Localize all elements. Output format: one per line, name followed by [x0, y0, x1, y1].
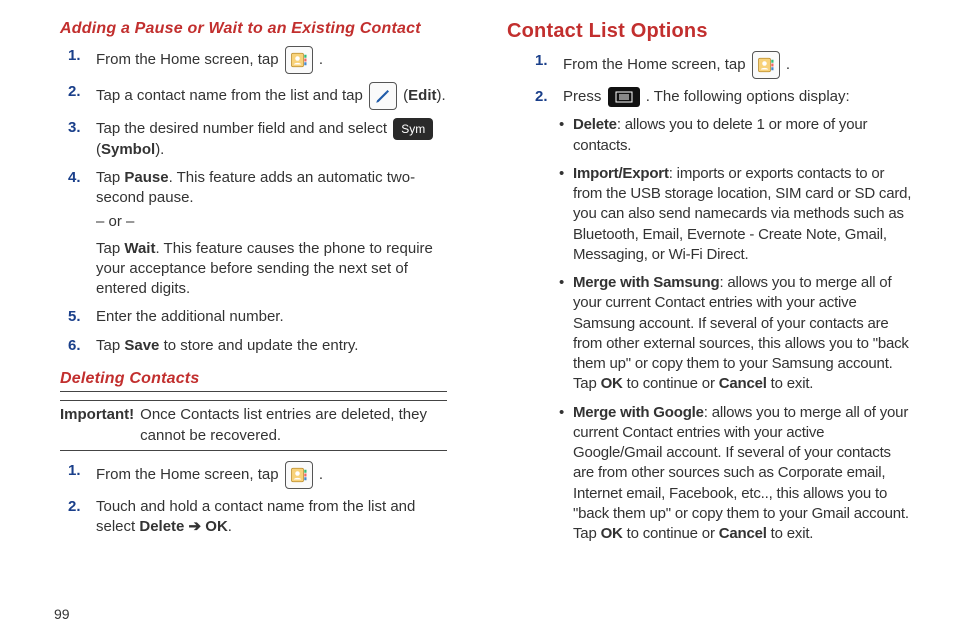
- bullet-merge-google: Merge with Google: allows you to merge a…: [573, 403, 914, 545]
- edit-label: Edit: [408, 87, 436, 104]
- right-column: Contact List Options 1. From the Home sc…: [507, 18, 914, 552]
- heading-add-pause: Adding a Pause or Wait to an Existing Co…: [60, 18, 447, 40]
- cancel-label: Cancel: [719, 375, 767, 392]
- step-6: 6. Tap Save to store and update the entr…: [96, 336, 447, 356]
- period: .: [228, 518, 232, 535]
- txt: to continue or: [623, 375, 719, 392]
- important-label: Important!: [60, 405, 134, 446]
- ok-label: OK: [205, 518, 228, 535]
- symbol-label: Symbol: [101, 141, 155, 158]
- pencil-edit-icon: [369, 82, 397, 110]
- sym-key-icon: Sym: [393, 118, 433, 140]
- txt: to continue or: [623, 525, 719, 542]
- step-text: Enter the additional number.: [96, 308, 284, 325]
- dstep-2: 2. Touch and hold a contact name from th…: [96, 497, 447, 538]
- step-text-end: .: [319, 466, 323, 483]
- important-note: Important! Once Contacts list entries ar…: [60, 400, 447, 451]
- heading-underline: [60, 391, 447, 392]
- paren-close: ).: [437, 87, 446, 104]
- page-number: 99: [54, 605, 70, 624]
- or-separator: – or –: [96, 212, 447, 232]
- tap-word: Tap: [96, 169, 124, 186]
- menu-key-icon: [608, 87, 640, 107]
- txt: to exit.: [767, 375, 814, 392]
- delete-label: Delete: [139, 518, 184, 535]
- step-1: 1. From the Home screen, tap .: [96, 46, 447, 74]
- opt-name: Merge with Samsung: [573, 274, 719, 291]
- ostep-2: 2. Press . The following options display…: [563, 87, 914, 107]
- opt-name: Import/Export: [573, 165, 669, 182]
- step-5: 5. Enter the additional number.: [96, 307, 447, 327]
- options-display: . The following options display:: [646, 88, 850, 105]
- pause-label: Pause: [124, 169, 168, 186]
- contacts-icon: [285, 46, 313, 74]
- step-text: From the Home screen, tap: [96, 51, 283, 68]
- paren-close: ).: [155, 141, 164, 158]
- tap-word: Tap: [96, 337, 124, 354]
- left-column: Adding a Pause or Wait to an Existing Co…: [40, 18, 447, 552]
- bullet-import-export: Import/Export: imports or exports contac…: [573, 164, 914, 265]
- step-text: From the Home screen, tap: [563, 56, 750, 73]
- heading-contact-list-options: Contact List Options: [507, 18, 914, 45]
- bullet-delete: Delete: allows you to delete 1 or more o…: [573, 115, 914, 156]
- step-text: From the Home screen, tap: [96, 466, 283, 483]
- step-text: Tap the desired number field and and sel…: [96, 120, 391, 137]
- save-desc: to store and update the entry.: [159, 337, 358, 354]
- opt-desc: : allows you to merge all of your curren…: [573, 404, 909, 543]
- step-text-end: .: [319, 51, 323, 68]
- wait-label: Wait: [124, 240, 155, 257]
- txt: to exit.: [767, 525, 814, 542]
- ok-label: OK: [601, 375, 623, 392]
- heading-deleting: Deleting Contacts: [60, 368, 447, 390]
- press-word: Press: [563, 88, 606, 105]
- steps-options: 1. From the Home screen, tap . 2. Press …: [507, 51, 914, 107]
- options-bullets: Delete: allows you to delete 1 or more o…: [507, 115, 914, 544]
- step-3: 3. Tap the desired number field and and …: [96, 118, 447, 160]
- contacts-icon: [285, 461, 313, 489]
- opt-name: Merge with Google: [573, 404, 704, 421]
- tap-word2: Tap: [96, 240, 124, 257]
- arrow-icon: ➔: [184, 518, 205, 535]
- opt-desc: : allows you to delete 1 or more of your…: [573, 116, 867, 153]
- ok-label: OK: [601, 525, 623, 542]
- step-4: 4. Tap Pause. This feature adds an autom…: [96, 168, 447, 300]
- step-text: Tap a contact name from the list and tap: [96, 87, 367, 104]
- bullet-merge-samsung: Merge with Samsung: allows you to merge …: [573, 273, 914, 395]
- save-label: Save: [124, 337, 159, 354]
- important-text: Once Contacts list entries are deleted, …: [140, 405, 447, 446]
- contacts-icon: [752, 51, 780, 79]
- dstep-1: 1. From the Home screen, tap .: [96, 461, 447, 489]
- steps-delete: 1. From the Home screen, tap . 2. Touch …: [40, 461, 447, 538]
- page-spread: Adding a Pause or Wait to an Existing Co…: [0, 0, 954, 552]
- steps-add-pause: 1. From the Home screen, tap . 2. Tap a …: [40, 46, 447, 356]
- ostep-1: 1. From the Home screen, tap .: [563, 51, 914, 79]
- opt-name: Delete: [573, 116, 617, 133]
- step-2: 2. Tap a contact name from the list and …: [96, 82, 447, 110]
- cancel-label: Cancel: [719, 525, 767, 542]
- step-text-end: .: [786, 56, 790, 73]
